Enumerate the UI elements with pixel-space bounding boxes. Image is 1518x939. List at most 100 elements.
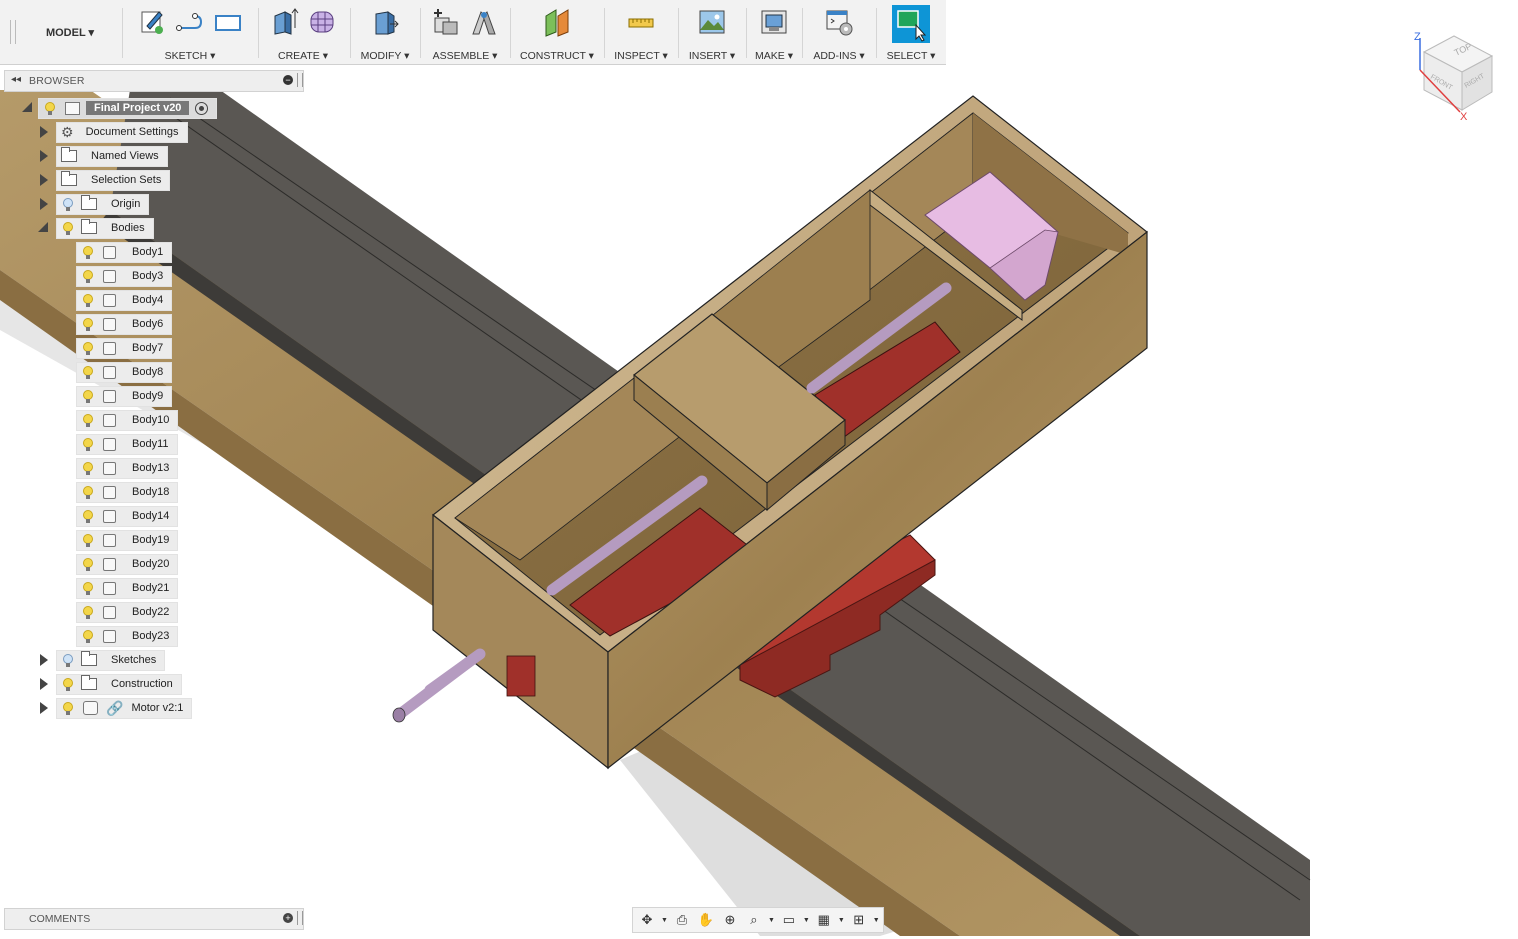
make-menu-label[interactable]: MAKE ▾ <box>748 50 800 62</box>
line-icon[interactable] <box>175 6 205 38</box>
pan-hand-icon[interactable]: ✋ <box>696 911 716 929</box>
root-name[interactable]: Final Project v20 <box>86 101 190 115</box>
insert-image-icon[interactable] <box>697 6 727 38</box>
tree-item-body[interactable]: Body18 <box>76 481 179 503</box>
visibility-bulb-icon[interactable] <box>63 677 73 691</box>
select-tool-active[interactable] <box>892 5 930 43</box>
display-dropdown-icon[interactable]: ▼ <box>803 917 810 924</box>
expand-triangle-icon[interactable] <box>40 126 48 138</box>
tree-item-body[interactable]: Body22 <box>76 601 179 623</box>
measure-icon[interactable] <box>626 6 656 38</box>
display-settings-icon[interactable]: ▭ <box>779 911 799 929</box>
expanded-triangle-icon[interactable] <box>38 222 48 232</box>
toolbar-grip[interactable] <box>10 20 16 44</box>
insert-menu-label[interactable]: INSERT ▾ <box>680 50 744 62</box>
visibility-bulb-icon[interactable] <box>83 509 93 523</box>
visibility-bulb-icon[interactable] <box>45 101 55 115</box>
activate-radio-icon[interactable] <box>195 101 209 115</box>
orbit-dropdown-icon[interactable]: ▼ <box>661 917 668 924</box>
visibility-bulb-icon[interactable] <box>83 437 93 451</box>
viewports-icon[interactable]: ⊞ <box>849 911 869 929</box>
visibility-bulb-icon[interactable] <box>63 221 73 235</box>
look-at-icon[interactable]: ⎙ <box>672 911 692 929</box>
model-canvas[interactable] <box>0 0 1518 936</box>
expand-triangle-icon[interactable] <box>40 678 48 690</box>
assemble-group[interactable]: ASSEMBLE ▾ <box>422 0 508 64</box>
tree-item-body[interactable]: Body8 <box>76 361 173 383</box>
modify-menu-label[interactable]: MODIFY ▾ <box>352 50 418 62</box>
viewcube[interactable]: TOP FRONT RIGHT Z X <box>1404 26 1504 126</box>
zoom-dropdown-icon[interactable]: ▼ <box>768 917 775 924</box>
tree-item-body[interactable]: Body1 <box>76 241 173 263</box>
tree-item-sketches[interactable]: Sketches <box>38 649 166 671</box>
tree-item-body[interactable]: Body6 <box>76 313 173 335</box>
tree-item-body[interactable]: Body4 <box>76 289 173 311</box>
pin-icon[interactable] <box>297 911 303 925</box>
visibility-bulb-icon[interactable] <box>83 629 93 643</box>
tree-item-origin[interactable]: Origin <box>38 193 150 215</box>
grid-icon[interactable]: ▦ <box>814 911 834 929</box>
add-ins-group[interactable]: ADD-INS ▾ <box>804 0 874 64</box>
scripts-add-ins-icon[interactable] <box>824 6 854 38</box>
tree-item-body[interactable]: Body21 <box>76 577 179 599</box>
browser-minus-icon[interactable]: − <box>283 75 293 85</box>
tree-item-body[interactable]: Body23 <box>76 625 179 647</box>
visibility-bulb-icon[interactable] <box>83 317 93 331</box>
collapse-browser-icon[interactable]: ◂◂ <box>11 74 21 85</box>
create-sketch-icon[interactable] <box>137 6 167 38</box>
construct-group[interactable]: CONSTRUCT ▾ <box>512 0 602 64</box>
inspect-group[interactable]: INSPECT ▾ <box>606 0 676 64</box>
visibility-bulb-icon[interactable] <box>83 461 93 475</box>
select-menu-label[interactable]: SELECT ▾ <box>878 50 944 62</box>
visibility-bulb-off-icon[interactable] <box>63 197 73 211</box>
tree-item-motor[interactable]: 🔗 Motor v2:1 <box>38 697 193 719</box>
visibility-bulb-icon[interactable] <box>83 581 93 595</box>
expand-triangle-icon[interactable] <box>40 150 48 162</box>
tree-item-body[interactable]: Body19 <box>76 529 179 551</box>
visibility-bulb-off-icon[interactable] <box>63 653 73 667</box>
visibility-bulb-icon[interactable] <box>83 389 93 403</box>
assemble-menu-label[interactable]: ASSEMBLE ▾ <box>422 50 508 62</box>
visibility-bulb-icon[interactable] <box>83 269 93 283</box>
construct-menu-label[interactable]: CONSTRUCT ▾ <box>512 50 602 62</box>
new-component-icon[interactable] <box>431 6 461 38</box>
grid-dropdown-icon[interactable]: ▼ <box>838 917 845 924</box>
3d-viewport[interactable] <box>0 0 1518 936</box>
zoom-window-icon[interactable]: ⌕ <box>744 911 764 929</box>
tree-item-body[interactable]: Body3 <box>76 265 173 287</box>
visibility-bulb-icon[interactable] <box>83 605 93 619</box>
tree-root[interactable]: Final Project v20 <box>22 97 218 119</box>
tree-item-document-settings[interactable]: ⚙ Document Settings <box>38 121 188 143</box>
zoom-icon[interactable]: ⊕ <box>720 911 740 929</box>
visibility-bulb-icon[interactable] <box>83 485 93 499</box>
add-comment-icon[interactable]: + <box>283 913 293 923</box>
browser-panel-header[interactable]: ◂◂ BROWSER − <box>4 70 304 92</box>
rectangle-icon[interactable] <box>213 6 243 38</box>
tree-item-selection-sets[interactable]: Selection Sets <box>38 169 171 191</box>
tree-item-named-views[interactable]: Named Views <box>38 145 168 167</box>
workspace-mode-dropdown[interactable]: MODEL ▾ <box>20 4 120 60</box>
comments-panel[interactable]: COMMENTS + <box>4 908 304 930</box>
visibility-bulb-icon[interactable] <box>63 701 73 715</box>
tree-item-body[interactable]: Body20 <box>76 553 179 575</box>
extrude-icon[interactable] <box>269 6 299 38</box>
sketch-group[interactable]: SKETCH ▾ <box>126 0 254 64</box>
3d-print-icon[interactable] <box>759 6 789 38</box>
modify-group[interactable]: MODIFY ▾ <box>352 0 418 64</box>
pin-icon[interactable] <box>297 73 303 87</box>
expand-triangle-icon[interactable] <box>40 174 48 186</box>
tree-item-body[interactable]: Body13 <box>76 457 179 479</box>
joint-icon[interactable] <box>469 6 499 38</box>
make-group[interactable]: MAKE ▾ <box>748 0 800 64</box>
visibility-bulb-icon[interactable] <box>83 245 93 259</box>
tree-item-body[interactable]: Body14 <box>76 505 179 527</box>
visibility-bulb-icon[interactable] <box>83 557 93 571</box>
tree-item-body[interactable]: Body7 <box>76 337 173 359</box>
visibility-bulb-icon[interactable] <box>83 365 93 379</box>
visibility-bulb-icon[interactable] <box>83 413 93 427</box>
viewports-dropdown-icon[interactable]: ▼ <box>873 917 880 924</box>
create-group[interactable]: CREATE ▾ <box>260 0 346 64</box>
visibility-bulb-icon[interactable] <box>83 533 93 547</box>
tree-item-body[interactable]: Body11 <box>76 433 178 455</box>
tree-item-construction[interactable]: Construction <box>38 673 182 695</box>
